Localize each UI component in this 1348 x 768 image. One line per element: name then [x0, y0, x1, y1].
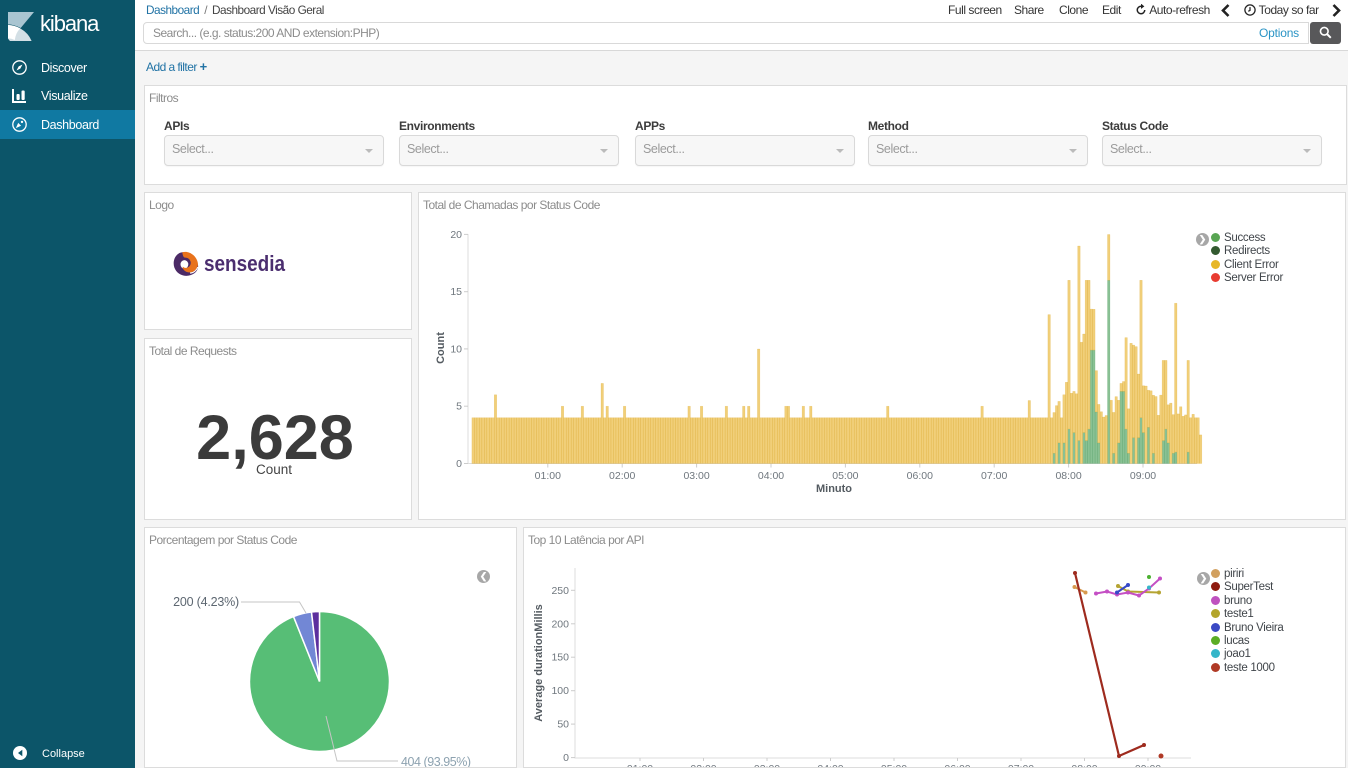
svg-text:03:00: 03:00 — [754, 763, 780, 767]
svg-text:10: 10 — [450, 343, 462, 355]
svg-text:05:00: 05:00 — [832, 470, 858, 482]
svg-text:Count: Count — [435, 332, 447, 364]
svg-text:09:00: 09:00 — [1130, 470, 1156, 482]
svg-text:20: 20 — [450, 229, 462, 241]
svg-text:04:00: 04:00 — [758, 470, 784, 482]
svg-text:02:00: 02:00 — [609, 470, 635, 482]
svg-text:0: 0 — [456, 458, 462, 470]
svg-text:0: 0 — [563, 752, 569, 764]
svg-text:08:00: 08:00 — [1071, 763, 1097, 767]
svg-text:50: 50 — [557, 719, 569, 731]
svg-text:404 (93.95%): 404 (93.95%) — [401, 755, 471, 767]
svg-text:07:00: 07:00 — [1008, 763, 1034, 767]
svg-text:Average durationMillis: Average durationMillis — [533, 604, 545, 722]
svg-text:09:00: 09:00 — [1135, 763, 1161, 767]
svg-text:07:00: 07:00 — [981, 470, 1007, 482]
svg-text:150: 150 — [551, 652, 569, 664]
svg-text:250: 250 — [551, 585, 569, 597]
svg-text:15: 15 — [450, 286, 462, 298]
svg-text:01:00: 01:00 — [627, 763, 653, 767]
svg-text:06:00: 06:00 — [907, 470, 933, 482]
svg-text:08:00: 08:00 — [1055, 470, 1081, 482]
svg-text:200: 200 — [551, 618, 569, 630]
svg-text:05:00: 05:00 — [881, 763, 907, 767]
svg-text:01:00: 01:00 — [535, 470, 561, 482]
svg-text:sensedia: sensedia — [204, 251, 286, 276]
svg-text:04:00: 04:00 — [817, 763, 843, 767]
svg-text:Minuto: Minuto — [816, 483, 852, 495]
svg-text:02:00: 02:00 — [690, 763, 716, 767]
svg-text:06:00: 06:00 — [944, 763, 970, 767]
svg-text:200 (4.23%): 200 (4.23%) — [173, 595, 239, 609]
svg-text:03:00: 03:00 — [683, 470, 709, 482]
svg-text:5: 5 — [456, 401, 462, 413]
svg-text:100: 100 — [551, 685, 569, 697]
